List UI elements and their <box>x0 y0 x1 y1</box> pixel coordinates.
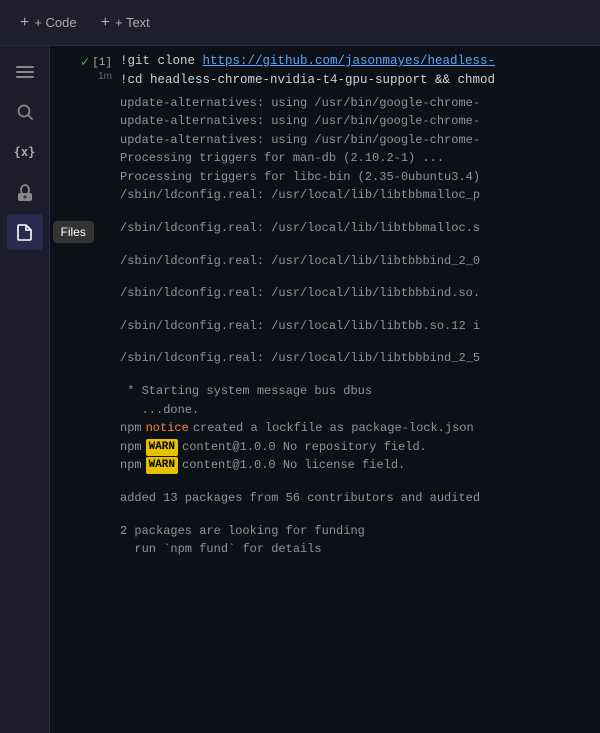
warn-badge-1: WARN <box>146 439 178 456</box>
output-blank-7 <box>120 475 600 489</box>
output-line-1: update-alternatives: using /usr/bin/goog… <box>120 94 600 113</box>
sidebar-item-variables[interactable]: {x} <box>7 134 43 170</box>
code-command-2: !cd headless-chrome-nvidia-t4-gpu-suppor… <box>120 71 600 90</box>
ldconfig-line-5: /sbin/ldconfig.real: /usr/local/lib/libt… <box>120 349 600 368</box>
output-line-6: /sbin/ldconfig.real: /usr/local/lib/libt… <box>120 186 600 205</box>
check-icon: ✓ <box>81 54 89 71</box>
sidebar-item-secrets[interactable] <box>7 174 43 210</box>
sidebar-item-files[interactable]: Files <box>7 214 43 250</box>
code-command-1: !git clone https://github.com/jasonmayes… <box>120 52 600 71</box>
cell-1: ✓ [1] 1m !git clone https://github.com/j… <box>50 46 600 569</box>
audit-line: added 13 packages from 56 contributors a… <box>120 489 600 508</box>
ldconfig-line-1: /sbin/ldconfig.real: /usr/local/lib/libt… <box>120 219 600 238</box>
toolbar: + + Code + + Text <box>0 0 600 46</box>
output-scroll[interactable]: ✓ [1] 1m !git clone https://github.com/j… <box>50 46 600 733</box>
add-code-button[interactable]: + + Code <box>12 10 85 36</box>
output-area: update-alternatives: using /usr/bin/goog… <box>120 90 600 563</box>
notebook-content: ✓ [1] 1m !git clone https://github.com/j… <box>50 46 600 733</box>
cell-time: 1m <box>98 71 112 82</box>
system-line-2: ...done. <box>120 401 600 420</box>
sidebar-item-search[interactable] <box>7 94 43 130</box>
sidebar-item-menu[interactable] <box>7 54 43 90</box>
output-blank-2 <box>120 238 600 252</box>
cell-run-indicator: ✓ [1] <box>81 54 112 71</box>
system-line-1: * Starting system message bus dbus <box>120 382 600 401</box>
npm-warn-line-2: npm WARN content@1.0.0 No license field. <box>120 456 600 475</box>
output-line-3: update-alternatives: using /usr/bin/goog… <box>120 131 600 150</box>
notice-badge: notice <box>146 419 189 438</box>
cell-body: !git clone https://github.com/jasonmayes… <box>120 52 600 563</box>
add-text-button[interactable]: + + Text <box>93 10 158 36</box>
main-area: {x} Files ✓ [1] <box>0 46 600 733</box>
output-blank-6 <box>120 368 600 382</box>
output-line-4: Processing triggers for man-db (2.10.2-1… <box>120 149 600 168</box>
ldconfig-line-4: /sbin/ldconfig.real: /usr/local/lib/libt… <box>120 317 600 336</box>
ldconfig-line-3: /sbin/ldconfig.real: /usr/local/lib/libt… <box>120 284 600 303</box>
output-blank-5 <box>120 335 600 349</box>
output-blank-1 <box>120 205 600 219</box>
funding-line-2: run `npm fund` for details <box>120 540 600 559</box>
npm-warn-line-1: npm WARN content@1.0.0 No repository fie… <box>120 438 600 457</box>
funding-line-1: 2 packages are looking for funding <box>120 522 600 541</box>
output-line-2: update-alternatives: using /usr/bin/goog… <box>120 112 600 131</box>
cell-number: [1] <box>92 57 112 69</box>
ldconfig-line-2: /sbin/ldconfig.real: /usr/local/lib/libt… <box>120 252 600 271</box>
output-blank-4 <box>120 303 600 317</box>
output-blank-8 <box>120 508 600 522</box>
npm-notice-line: npm notice created a lockfile as package… <box>120 419 600 438</box>
output-line-5: Processing triggers for libc-bin (2.35-0… <box>120 168 600 187</box>
output-blank-3 <box>120 270 600 284</box>
warn-badge-2: WARN <box>146 457 178 474</box>
cell-gutter: ✓ [1] 1m <box>50 52 120 563</box>
sidebar: {x} Files <box>0 46 50 733</box>
